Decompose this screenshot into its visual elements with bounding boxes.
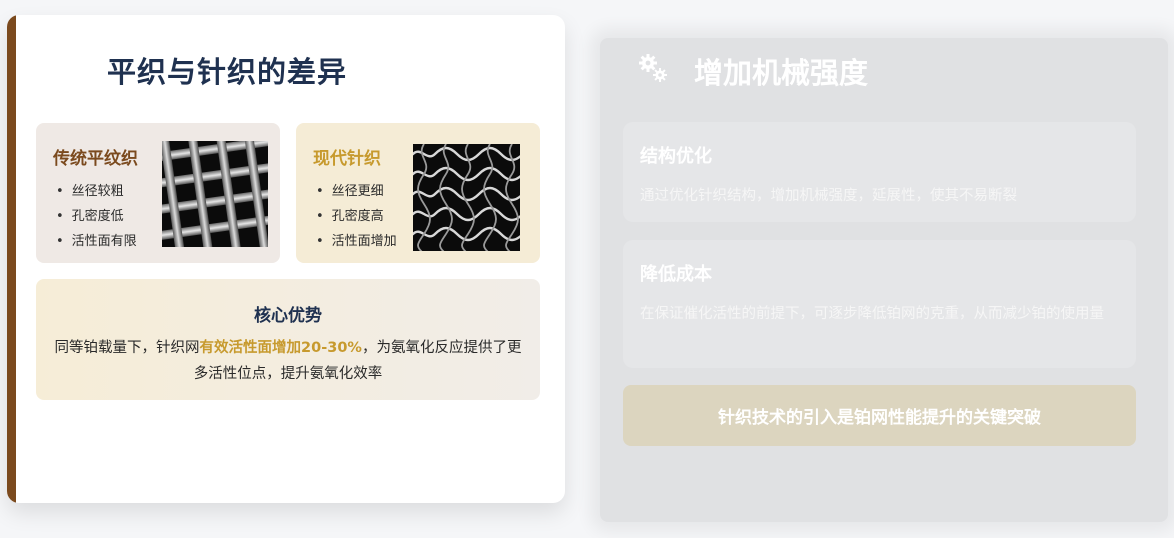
list-item: 孔密度高 — [316, 204, 397, 229]
plain-weave-title: 传统平纹织 — [53, 149, 138, 169]
item-title: 降低成本 — [640, 264, 712, 285]
plain-weave-box: 传统平纹织 丝径较粗 孔密度低 活性面有限 — [36, 123, 280, 263]
weave-comparison-card: 平织与针织的差异 传统平纹织 丝径较粗 孔密度低 活性面有限 — [7, 15, 565, 503]
cost-reduction-item: 降低成本 在保证催化活性的前提下，可逐步降低铂网的克重，从而减少铂的使用量 — [623, 240, 1136, 368]
knitted-mesh-image — [413, 144, 520, 251]
item-text: 通过优化针织结构，增加机械强度，延展性，使其不易断裂 — [640, 188, 1017, 204]
item-text: 在保证催化活性的前提下，可逐步降低铂网的克重，从而减少铂的使用量 — [640, 306, 1104, 322]
gears-icon — [636, 52, 670, 86]
list-item: 丝径较粗 — [56, 179, 137, 204]
mechanical-strength-panel: 增加机械强度 结构优化 通过优化针织结构，增加机械强度，延展性，使其不易断裂 降… — [600, 38, 1168, 522]
knitted-mesh-graphic — [413, 144, 520, 251]
list-item: 孔密度低 — [56, 204, 137, 229]
core-advantage-title: 核心优势 — [254, 306, 322, 326]
core-text-highlight: 有效活性面增加20-30% — [199, 340, 362, 356]
knitted-mesh-title: 现代针织 — [313, 149, 381, 169]
plain-weave-mesh-graphic — [162, 141, 268, 247]
core-advantage-box: 核心优势 同等铂载量下，针织网有效活性面增加20-30%，为氨氧化反应提供了更多… — [36, 279, 540, 400]
card-accent-bar — [7, 15, 16, 503]
list-item: 丝径更细 — [316, 179, 397, 204]
panel-title: 增加机械强度 — [694, 56, 869, 90]
item-title: 结构优化 — [640, 146, 712, 167]
structure-optimization-item: 结构优化 通过优化针织结构，增加机械强度，延展性，使其不易断裂 — [623, 122, 1136, 222]
plain-weave-image — [162, 141, 268, 247]
card-title: 平织与针织的差异 — [107, 55, 348, 89]
core-advantage-text: 同等铂载量下，针织网有效活性面增加20-30%，为氨氧化反应提供了更多活性位点，… — [50, 335, 526, 387]
knitted-mesh-list: 丝径更细 孔密度高 活性面增加 — [316, 179, 397, 254]
list-item: 活性面增加 — [316, 229, 397, 254]
plain-weave-list: 丝径较粗 孔密度低 活性面有限 — [56, 179, 137, 254]
slide-stage: 平织与针织的差异 传统平纹织 丝径较粗 孔密度低 活性面有限 — [0, 0, 1174, 538]
core-text-pre: 同等铂载量下，针织网 — [54, 340, 200, 356]
knitted-mesh-box: 现代针织 丝径更细 孔密度高 活性面增加 — [296, 123, 540, 263]
key-breakthrough-banner: 针织技术的引入是铂网性能提升的关键突破 — [623, 385, 1136, 446]
list-item: 活性面有限 — [56, 229, 137, 254]
